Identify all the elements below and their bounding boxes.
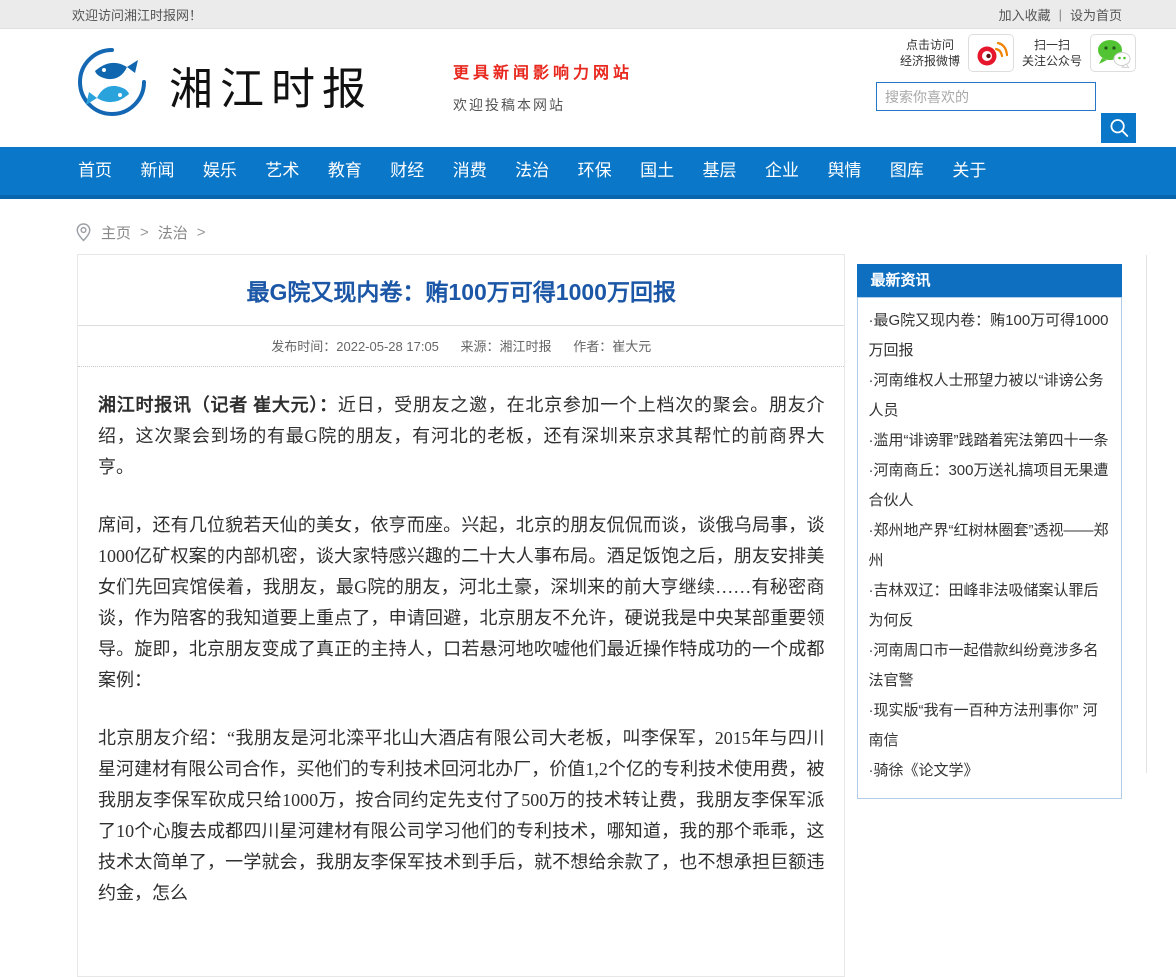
- article-paragraph-3: 北京朋友介绍：“我朋友是河北滦平北山大酒店有限公司大老板，叫李保军，2015年与…: [98, 723, 824, 909]
- sidebar-news-item[interactable]: ·河南维权人士邢望力被以“诽谤公务人员: [868, 366, 1111, 426]
- nav-item-land[interactable]: 国土: [628, 147, 686, 195]
- main-content: 最G院又现内卷：贿100万可得1000万回报 发布时间：2022-05-28 1…: [54, 254, 1122, 977]
- wechat-caption: 扫一扫 关注公众号: [1022, 37, 1082, 69]
- meta-divider: [78, 366, 844, 367]
- article-paragraph-2: 席间，还有几位貌若天仙的美女，依亨而座。兴起，北京的朋友侃侃而谈，谈俄乌局事，谈…: [98, 510, 824, 696]
- nav-item-education[interactable]: 教育: [316, 147, 374, 195]
- sidebar-news-item[interactable]: ·最G院又现内卷：贿100万可得1000万回报: [868, 306, 1111, 366]
- article-body: 湘江时报讯（记者 崔大元）：近日，受朋友之邀，在北京参加一个上档次的聚会。朋友介…: [98, 390, 824, 909]
- weibo-caption: 点击访问 经济报微博: [900, 37, 960, 69]
- publish-time: 发布时间：2022-05-28 17:05: [271, 339, 439, 354]
- article-author: 作者：崔大元: [573, 339, 651, 354]
- search-button[interactable]: [1101, 113, 1136, 143]
- nav-item-news[interactable]: 新闻: [128, 147, 186, 195]
- nav-item-art[interactable]: 艺术: [253, 147, 311, 195]
- nav-item-consumption[interactable]: 消费: [441, 147, 499, 195]
- topbar-separator: |: [1059, 7, 1062, 22]
- content-right-divider: [1146, 255, 1147, 773]
- site-logo-link[interactable]: 湘江时报: [75, 45, 373, 124]
- nav-item-gallery[interactable]: 图库: [878, 147, 936, 195]
- breadcrumb-home[interactable]: 主页: [101, 222, 131, 243]
- breadcrumb-separator: >: [140, 224, 149, 241]
- top-bar: 欢迎访问湘江时报网！ 加入收藏 | 设为首页: [0, 0, 1176, 29]
- slogan-red: 更具新闻影响力网站: [453, 59, 633, 83]
- sidebar-news-item[interactable]: ·郑州地产界“红树林圈套”透视——郑州: [868, 516, 1111, 576]
- wechat-icon: [1095, 38, 1131, 68]
- sidebar-title: 最新资讯: [857, 264, 1122, 297]
- fish-logo-icon: [75, 45, 149, 124]
- nav-item-about[interactable]: 关于: [940, 147, 998, 195]
- sidebar-news-item[interactable]: ·滥用“诽谤罪”践踏着宪法第四十一条: [868, 426, 1111, 456]
- main-nav: 首页 新闻 娱乐 艺术 教育 财经 消费 法治 环保 国土 基层 企业 舆情 图…: [0, 147, 1176, 199]
- sidebar-news-item[interactable]: ·现实版“我有一百种方法刑事你” 河南信: [868, 696, 1111, 756]
- article-meta: 发布时间：2022-05-28 17:05 来源：湘江时报 作者：崔大元: [98, 326, 824, 366]
- search-icon: [1107, 116, 1130, 140]
- nav-item-enterprise[interactable]: 企业: [753, 147, 811, 195]
- sidebar-news-item[interactable]: ·骑徐《论文学》: [868, 756, 1111, 786]
- add-favorite-link[interactable]: 加入收藏: [999, 5, 1051, 24]
- nav-item-environment[interactable]: 环保: [566, 147, 624, 195]
- sidebar-list: ·最G院又现内卷：贿100万可得1000万回报 ·河南维权人士邢望力被以“诽谤公…: [857, 297, 1122, 799]
- nav-item-finance[interactable]: 财经: [378, 147, 436, 195]
- site-title: 湘江时报: [169, 53, 373, 117]
- weibo-icon: [974, 39, 1008, 67]
- sidebar-news-item[interactable]: ·吉林双辽：田峰非法吸储案认罪后为何反: [868, 576, 1111, 636]
- breadcrumb-separator-2: >: [197, 224, 206, 241]
- social-row: 点击访问 经济报微博 扫一扫 关注公众号: [876, 34, 1136, 72]
- location-pin-icon: [75, 222, 92, 243]
- breadcrumb: 主页 > 法治 >: [0, 219, 1176, 245]
- nav-item-entertainment[interactable]: 娱乐: [191, 147, 249, 195]
- article-source: 来源：湘江时报: [461, 339, 552, 354]
- wechat-icon-button[interactable]: [1090, 34, 1136, 72]
- slogan-gray: 欢迎投稿本网站: [453, 95, 633, 115]
- nav-item-public-opinion[interactable]: 舆情: [815, 147, 873, 195]
- article-title: 最G院又现内卷：贿100万可得1000万回报: [98, 277, 824, 307]
- weibo-icon-button[interactable]: [968, 34, 1014, 72]
- header-right: 点击访问 经济报微博 扫一扫 关注公众号: [876, 34, 1136, 143]
- slogans: 更具新闻影响力网站 欢迎投稿本网站: [453, 59, 633, 115]
- set-homepage-link[interactable]: 设为首页: [1070, 5, 1122, 24]
- article-card: 最G院又现内卷：贿100万可得1000万回报 发布时间：2022-05-28 1…: [77, 254, 845, 977]
- sidebar-news-item[interactable]: ·河南周口市一起借款纠纷竟涉多名法官警: [868, 636, 1111, 696]
- site-header: 湘江时报 更具新闻影响力网站 欢迎投稿本网站 点击访问 经济报微博: [0, 29, 1176, 147]
- nav-item-home[interactable]: 首页: [66, 147, 124, 195]
- search-input[interactable]: [876, 82, 1096, 111]
- sidebar-news-item[interactable]: ·河南商丘：300万送礼搞项目无果遭合伙人: [868, 456, 1111, 516]
- nav-item-law[interactable]: 法治: [503, 147, 561, 195]
- breadcrumb-section[interactable]: 法治: [158, 222, 188, 243]
- nav-item-grassroots[interactable]: 基层: [691, 147, 749, 195]
- article-paragraph-1: 湘江时报讯（记者 崔大元）：近日，受朋友之邀，在北京参加一个上档次的聚会。朋友介…: [98, 390, 824, 483]
- welcome-text: 欢迎访问湘江时报网！: [72, 5, 202, 24]
- latest-news-sidebar: 最新资讯 ·最G院又现内卷：贿100万可得1000万回报 ·河南维权人士邢望力被…: [857, 264, 1122, 799]
